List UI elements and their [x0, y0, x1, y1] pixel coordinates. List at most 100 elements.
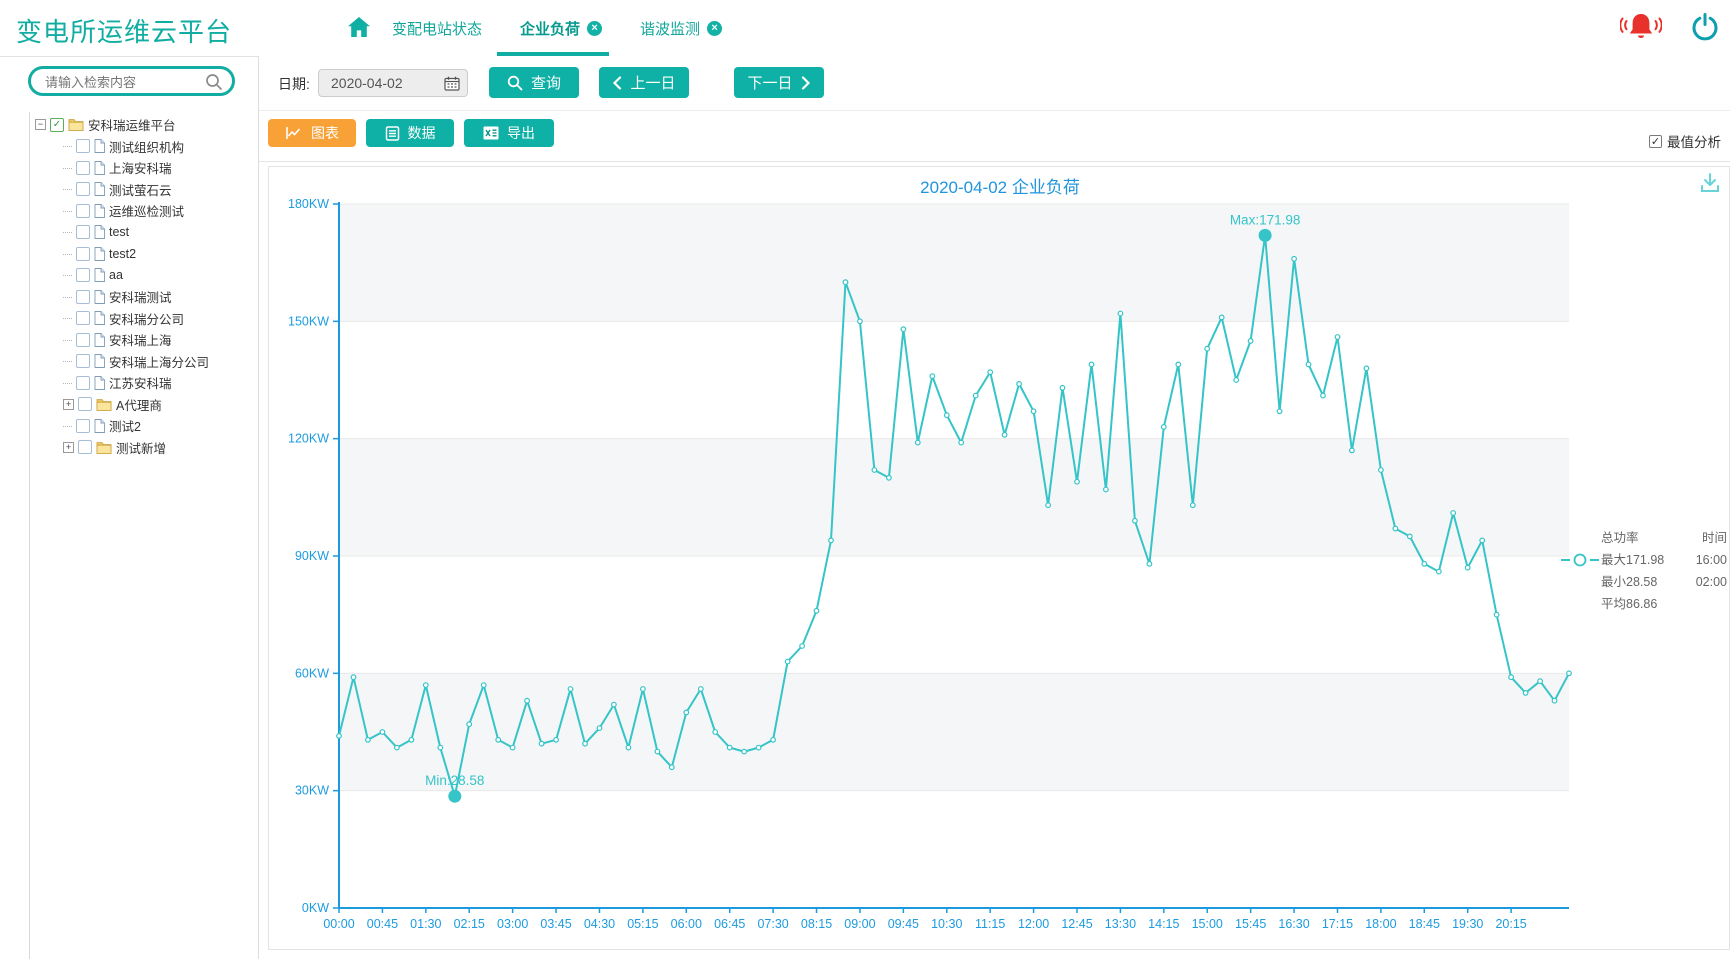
tree-item-0[interactable]: −✓安科瑞运维平台	[29, 114, 255, 136]
tree-item-15[interactable]: +测试新增	[29, 437, 255, 459]
max-point-marker[interactable]	[1259, 229, 1272, 242]
tree-checkbox[interactable]	[76, 182, 90, 196]
power-button[interactable]	[1690, 12, 1720, 47]
tab-harmonic-monitor[interactable]: 谐波监测 ×	[640, 18, 722, 39]
data-point[interactable]	[1465, 565, 1470, 570]
data-point[interactable]	[1422, 562, 1427, 567]
data-point[interactable]	[945, 413, 950, 418]
tree-checkbox[interactable]	[76, 161, 90, 175]
tree-item-11[interactable]: 安科瑞上海分公司	[29, 351, 255, 373]
data-point[interactable]	[1075, 479, 1080, 484]
chart-svg[interactable]: 180KW150KW120KW90KW60KW30KW0KW00:0000:45…	[269, 167, 1729, 949]
data-point[interactable]	[641, 687, 646, 692]
data-point[interactable]	[1191, 503, 1196, 508]
chart-view-button[interactable]: 图表	[268, 119, 356, 147]
data-point[interactable]	[843, 280, 848, 285]
data-point[interactable]	[1147, 562, 1152, 567]
data-point[interactable]	[395, 745, 400, 750]
tree-checkbox[interactable]	[76, 225, 90, 239]
tree-item-7[interactable]: aa	[29, 265, 255, 287]
data-point[interactable]	[1162, 425, 1167, 430]
data-point[interactable]	[351, 675, 356, 680]
data-point[interactable]	[1017, 382, 1022, 387]
tree-item-1[interactable]: 测试组织机构	[29, 136, 255, 158]
data-point[interactable]	[1060, 386, 1065, 391]
close-icon[interactable]: ×	[587, 21, 602, 36]
data-point[interactable]	[424, 683, 429, 688]
data-point[interactable]	[626, 745, 631, 750]
tree-item-12[interactable]: 江苏安科瑞	[29, 372, 255, 394]
tree-checkbox[interactable]	[76, 268, 90, 282]
data-point[interactable]	[612, 702, 617, 707]
data-point[interactable]	[1277, 409, 1282, 414]
data-point[interactable]	[1133, 519, 1138, 524]
tree-checkbox[interactable]	[76, 247, 90, 261]
data-point[interactable]	[1176, 362, 1181, 367]
data-point[interactable]	[1306, 362, 1311, 367]
data-point[interactable]	[1321, 393, 1326, 398]
tree-item-13[interactable]: +A代理商	[29, 394, 255, 416]
tree-item-4[interactable]: 运维巡检测试	[29, 200, 255, 222]
data-point[interactable]	[1364, 366, 1369, 371]
data-point[interactable]	[1509, 675, 1514, 680]
data-point[interactable]	[380, 730, 385, 735]
data-point[interactable]	[1552, 698, 1557, 703]
data-point[interactable]	[1234, 378, 1239, 383]
data-point[interactable]	[1494, 612, 1499, 617]
data-point[interactable]	[1089, 362, 1094, 367]
prev-day-button[interactable]: 上一日	[599, 67, 689, 98]
data-point[interactable]	[1335, 335, 1340, 340]
data-point[interactable]	[409, 738, 414, 743]
tree-item-3[interactable]: 测试萤石云	[29, 179, 255, 201]
tree-item-2[interactable]: 上海安科瑞	[29, 157, 255, 179]
data-point[interactable]	[554, 738, 559, 743]
data-point[interactable]	[496, 738, 501, 743]
data-point[interactable]	[670, 765, 675, 770]
data-point[interactable]	[1437, 569, 1442, 574]
data-point[interactable]	[1292, 257, 1297, 262]
data-point[interactable]	[1219, 315, 1224, 320]
data-point[interactable]	[337, 734, 342, 739]
data-point[interactable]	[829, 538, 834, 543]
tab-enterprise-load[interactable]: 企业负荷 ×	[520, 18, 602, 39]
alarm-bell-button[interactable]	[1620, 12, 1662, 47]
data-point[interactable]	[583, 741, 588, 746]
data-point[interactable]	[1350, 448, 1355, 453]
query-button[interactable]: 查询	[489, 67, 579, 98]
tree-checkbox[interactable]	[78, 440, 92, 454]
tree-checkbox[interactable]	[76, 419, 90, 433]
data-point[interactable]	[1248, 339, 1253, 344]
data-point[interactable]	[1538, 679, 1543, 684]
data-point[interactable]	[901, 327, 906, 332]
close-icon[interactable]: ×	[707, 21, 722, 36]
data-point[interactable]	[467, 722, 472, 727]
data-point[interactable]	[727, 745, 732, 750]
tree-checkbox[interactable]	[76, 333, 90, 347]
data-point[interactable]	[438, 745, 443, 750]
tree-checkbox[interactable]	[76, 354, 90, 368]
data-point[interactable]	[597, 726, 602, 731]
data-point[interactable]	[568, 687, 573, 692]
tree-checkbox[interactable]	[76, 139, 90, 153]
data-point[interactable]	[1205, 346, 1210, 351]
data-point[interactable]	[872, 468, 877, 473]
tree-checkbox[interactable]	[76, 311, 90, 325]
tree-item-5[interactable]: test	[29, 222, 255, 244]
collapse-icon[interactable]: −	[35, 119, 46, 130]
data-point[interactable]	[539, 741, 544, 746]
tree-checkbox[interactable]: ✓	[50, 118, 64, 132]
data-point[interactable]	[525, 698, 530, 703]
expand-icon[interactable]: +	[63, 442, 74, 453]
data-point[interactable]	[1480, 538, 1485, 543]
data-point[interactable]	[699, 687, 704, 692]
tab-substation-status[interactable]: 变配电站状态	[392, 18, 482, 39]
min-point-marker[interactable]	[448, 790, 461, 803]
series-legend-marker[interactable]	[1561, 553, 1599, 572]
data-point[interactable]	[1523, 691, 1528, 696]
tree-item-10[interactable]: 安科瑞上海	[29, 329, 255, 351]
data-point[interactable]	[1393, 526, 1398, 531]
data-point[interactable]	[366, 738, 371, 743]
search-input[interactable]	[43, 70, 207, 94]
data-point[interactable]	[684, 710, 689, 715]
tree-item-8[interactable]: 安科瑞测试	[29, 286, 255, 308]
